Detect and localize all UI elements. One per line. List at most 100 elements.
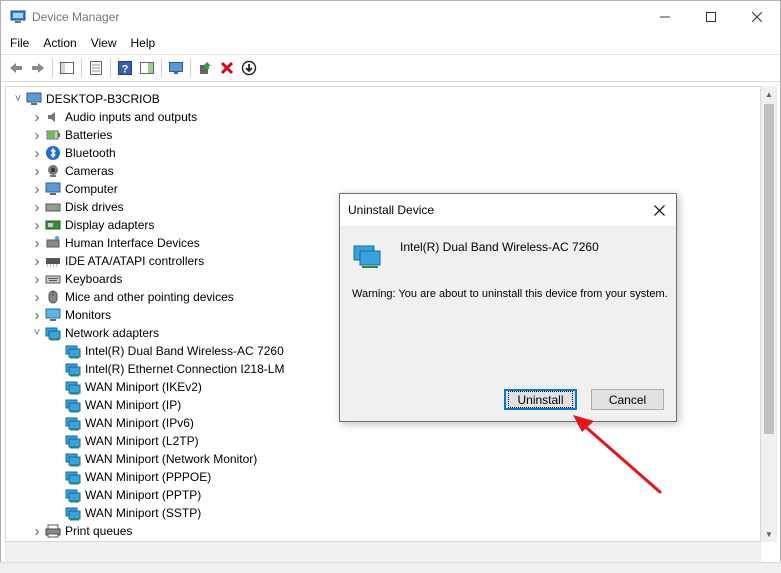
tree-category[interactable]: › Keyboards <box>31 270 123 288</box>
tree-device[interactable]: WAN Miniport (SSTP) <box>51 504 201 522</box>
menu-action[interactable]: Action <box>36 36 83 50</box>
tree-item-label: WAN Miniport (PPTP) <box>85 488 202 502</box>
tree-item-label: Intel(R) Dual Band Wireless-AC 7260 <box>85 344 284 358</box>
enable-device-button[interactable] <box>238 57 260 79</box>
network-adapter-icon <box>353 245 381 268</box>
close-icon <box>653 204 665 216</box>
close-button[interactable] <box>734 1 780 32</box>
horizontal-scrollbar[interactable] <box>5 542 761 562</box>
chevron-right-icon[interactable]: › <box>31 288 43 306</box>
scroll-up-arrow-icon[interactable]: ▲ <box>761 86 777 102</box>
tree-device[interactable]: Intel(R) Ethernet Connection I218-LM <box>51 360 284 378</box>
tree-device[interactable]: WAN Miniport (Network Monitor) <box>51 450 257 468</box>
tree-item-label: Disk drives <box>65 200 124 214</box>
action-pane-icon <box>140 62 154 74</box>
chevron-right-icon[interactable]: › <box>31 198 43 216</box>
tree-device[interactable]: WAN Miniport (PPTP) <box>51 486 201 504</box>
chevron-right-icon[interactable]: › <box>31 180 43 198</box>
menu-file[interactable]: File <box>3 36 36 50</box>
tree-item-label: WAN Miniport (SSTP) <box>85 506 202 520</box>
red-x-icon <box>220 61 234 75</box>
vertical-scrollbar[interactable]: ▲ ▼ <box>761 86 777 542</box>
maximize-button[interactable] <box>688 1 734 32</box>
chevron-right-icon[interactable]: › <box>31 216 43 234</box>
toolbar-separator <box>81 59 82 77</box>
properties-button[interactable] <box>85 57 107 79</box>
chevron-right-icon[interactable]: › <box>31 126 43 144</box>
chevron-right-icon[interactable]: › <box>31 234 43 252</box>
tree-category[interactable]: › Audio inputs and outputs <box>31 108 198 126</box>
keyboard-icon <box>45 275 61 284</box>
chevron-down-icon[interactable]: ˅ <box>31 324 43 342</box>
tree-category[interactable]: › IDE ATA/ATAPI controllers <box>31 252 205 270</box>
scan-hardware-button[interactable] <box>165 57 187 79</box>
update-driver-button[interactable] <box>194 57 216 79</box>
tree-category[interactable]: › Disk drives <box>31 198 124 216</box>
chevron-right-icon[interactable]: › <box>31 270 43 288</box>
uninstall-device-button[interactable] <box>216 57 238 79</box>
tree-category[interactable]: › Human Interface Devices <box>31 234 200 252</box>
chevron-right-icon[interactable]: › <box>31 162 43 180</box>
menu-help[interactable]: Help <box>124 36 163 50</box>
show-hide-console-tree-button[interactable] <box>56 57 78 79</box>
forward-button[interactable] <box>27 57 49 79</box>
hid-icon <box>46 236 60 248</box>
help-icon: ? <box>118 61 132 76</box>
dialog-body: Intel(R) Dual Band Wireless-AC 7260 Warn… <box>340 226 676 421</box>
tree-device[interactable]: WAN Miniport (IPv6) <box>51 414 194 432</box>
forward-arrow-icon <box>32 63 44 73</box>
annotation-arrow <box>573 415 662 494</box>
tree-item-label: Cameras <box>65 164 114 178</box>
tree-device[interactable]: Intel(R) Dual Band Wireless-AC 7260 <box>51 342 284 360</box>
chevron-right-icon[interactable]: › <box>31 252 43 270</box>
tree-category[interactable]: › Bluetooth <box>31 144 116 162</box>
network-adapter-icon <box>65 399 81 413</box>
tree-item-label: WAN Miniport (IKEv2) <box>85 380 202 394</box>
tree-category[interactable]: › Computer <box>31 180 118 198</box>
computer-root-icon <box>26 92 42 105</box>
dialog-close-button[interactable] <box>650 201 668 219</box>
tree-category[interactable]: › Batteries <box>31 126 113 144</box>
svg-text:?: ? <box>122 64 129 76</box>
back-button[interactable] <box>5 57 27 79</box>
tree-device[interactable]: WAN Miniport (PPPOE) <box>51 468 211 486</box>
toolbar-separator <box>190 59 191 77</box>
chevron-right-icon[interactable]: › <box>31 522 43 540</box>
monitor-scan-icon <box>169 62 183 74</box>
ide-controller-icon <box>46 258 60 267</box>
tree-item-label: Computer <box>65 182 118 196</box>
tree-root[interactable]: ˅ DESKTOP-B3CRIOB <box>12 90 160 108</box>
network-adapter-icon <box>45 327 61 341</box>
chevron-right-icon[interactable]: › <box>31 144 43 162</box>
help-button[interactable]: ? <box>114 57 136 79</box>
tree-category[interactable]: › Display adapters <box>31 216 155 234</box>
update-driver-icon <box>200 62 211 74</box>
tree-category[interactable]: › Monitors <box>31 306 112 324</box>
tree-item-label: WAN Miniport (L2TP) <box>85 434 199 448</box>
battery-icon <box>46 130 60 140</box>
tree-category[interactable]: › Mice and other pointing devices <box>31 288 234 306</box>
tree-device[interactable]: WAN Miniport (IP) <box>51 396 181 414</box>
tree-category[interactable]: › Cameras <box>31 162 114 180</box>
chevron-right-icon[interactable]: › <box>31 306 43 324</box>
title-bar: Device Manager <box>1 1 780 32</box>
menu-view[interactable]: View <box>84 36 124 50</box>
minimize-button[interactable] <box>642 1 688 32</box>
disk-drive-icon <box>45 203 61 212</box>
action-pane-button[interactable] <box>136 57 158 79</box>
tree-device[interactable]: WAN Miniport (L2TP) <box>51 432 199 450</box>
chevron-right-icon[interactable]: › <box>31 108 43 126</box>
speaker-icon <box>48 112 55 122</box>
tree-device[interactable]: WAN Miniport (IKEv2) <box>51 378 202 396</box>
network-adapter-icon <box>65 489 81 503</box>
chevron-down-icon[interactable]: ˅ <box>12 90 24 108</box>
scroll-down-arrow-icon[interactable]: ▼ <box>761 526 777 542</box>
tree-category[interactable]: › Print queues <box>31 522 133 540</box>
tree-category[interactable]: ˅ Network adapters <box>31 324 159 342</box>
monitor-icon <box>45 308 61 321</box>
scroll-thumb[interactable] <box>764 104 774 434</box>
tree-item-label: WAN Miniport (IP) <box>85 398 182 412</box>
tree-item-label: WAN Miniport (IPv6) <box>85 416 194 430</box>
